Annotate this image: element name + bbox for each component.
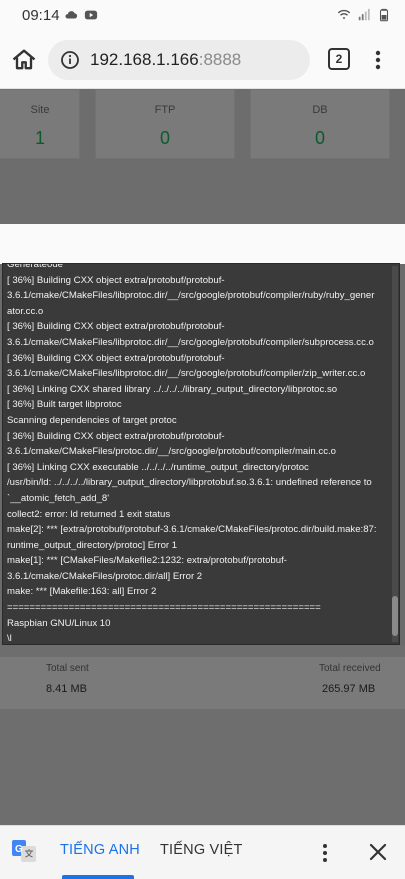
tab-count: 2 [335,52,343,66]
stat-label: DB [312,104,328,116]
url-text[interactable]: 192.168.1.166:8888 [90,50,241,70]
browser-toolbar: 192.168.1.166:8888 2 [0,32,405,89]
install-log-terminal[interactable]: Generateode [ 36%] Building CXX object ex… [2,263,400,645]
terminal-line: /usr/bin/ld: ../../../../library_output_… [7,477,372,489]
terminal-line: make: *** [Makefile:163: all] Error 2 [7,586,157,598]
terminal-line: make[2]: *** [extra/protobuf/protobuf-3.… [7,524,377,536]
terminal-line: `__atomic_fetch_add_8' [7,492,110,504]
terminal-line: [ 36%] Built target libprotoc [7,399,122,411]
terminal-line: [ 36%] Linking CXX executable ../../../.… [7,461,309,473]
page-overlay-bottom: Total sent 8.41 MB Total received 265.97… [0,645,405,825]
stat-card-db[interactable]: DB 0 [250,89,390,159]
page-overlay-top: Site 1 FTP 0 DB 0 [0,89,405,224]
wifi-icon [337,9,351,20]
terminal-line: 3.6.1/cmake/CMakeFiles/libprotoc.dir/__/… [7,290,375,302]
cloud-icon [65,11,78,19]
terminal-line: Raspbian GNU/Linux 10 [7,617,111,629]
total-received-label: Total received [319,663,381,674]
close-icon[interactable] [368,842,388,862]
terminal-line: 3.6.1/cmake/CMakeFiles/libprotoc.dir/__/… [7,368,366,380]
tab-switcher-button[interactable]: 2 [328,48,350,70]
stat-card-site[interactable]: Site 1 [0,89,80,159]
stat-value: 1 [34,128,45,148]
youtube-icon [84,10,98,20]
active-tab-indicator [62,875,134,879]
stat-card-ftp[interactable]: FTP 0 [95,89,235,159]
battery-icon [379,8,389,22]
total-sent-label: Total sent [46,663,89,674]
more-vert-icon[interactable] [368,48,388,72]
total-sent-value: 8.41 MB [46,683,87,695]
terminal-line: make[1]: *** [CMakeFiles/Makefile2:1232:… [7,555,287,567]
terminal-scrollbar[interactable] [392,266,398,642]
terminal-line: [ 36%] Building CXX object extra/protobu… [7,430,225,442]
translate-bar: G TIẾNG ANH TIẾNG VIỆT [0,825,405,879]
url-bar[interactable]: 192.168.1.166:8888 [48,40,310,80]
terminal-line: Generateode [7,263,64,270]
stat-value: 0 [159,128,170,148]
signal-icon [358,8,370,21]
total-received-value: 265.97 MB [322,683,376,695]
tab-source-language[interactable]: TIẾNG ANH [60,842,140,858]
terminal-line: Scanning dependencies of target protoc [7,414,177,426]
terminal-line: runtime_output_directory/protoc] Error 1 [7,539,178,551]
stat-label: Site [30,104,50,116]
dialog-header-area [0,224,405,264]
terminal-line: ========================================… [7,602,321,614]
terminal-line: 3.6.1/cmake/CMakeFiles/libprotoc.dir/__/… [7,336,374,348]
stat-label: FTP [154,104,176,116]
status-bar: 09:14 [0,0,405,32]
terminal-line: collect2: error: ld returned 1 exit stat… [7,508,171,520]
terminal-line: [ 36%] Building CXX object extra/protobu… [7,352,225,364]
url-host: 192.168.1.166 [90,50,199,69]
tab-target-language[interactable]: TIẾNG VIỆT [160,842,243,858]
terminal-line: [ 36%] Building CXX object extra/protobu… [7,321,225,333]
terminal-line: \l [7,633,12,645]
stat-value: 0 [314,128,325,148]
info-icon[interactable] [60,50,80,70]
url-port: :8888 [198,50,242,69]
google-translate-icon: G [12,840,36,862]
status-time: 09:14 [22,7,60,24]
traffic-panel: Total sent 8.41 MB Total received 265.97… [0,657,405,709]
scrollbar-thumb[interactable] [392,596,398,636]
more-vert-icon[interactable] [318,842,332,864]
terminal-line: [ 36%] Building CXX object extra/protobu… [7,274,225,286]
terminal-line: [ 36%] Linking CXX shared library ../../… [7,383,338,395]
terminal-line: 3.6.1/cmake/CMakeFiles/protoc.dir/__/src… [7,446,336,458]
terminal-lines: Generateode [ 36%] Building CXX object ex… [7,263,389,645]
terminal-line: ator.cc.o [7,305,44,317]
svg-text:G: G [15,844,23,855]
home-icon[interactable] [10,46,38,74]
terminal-line: 3.6.1/cmake/CMakeFiles/protoc.dir/all] E… [7,570,203,582]
